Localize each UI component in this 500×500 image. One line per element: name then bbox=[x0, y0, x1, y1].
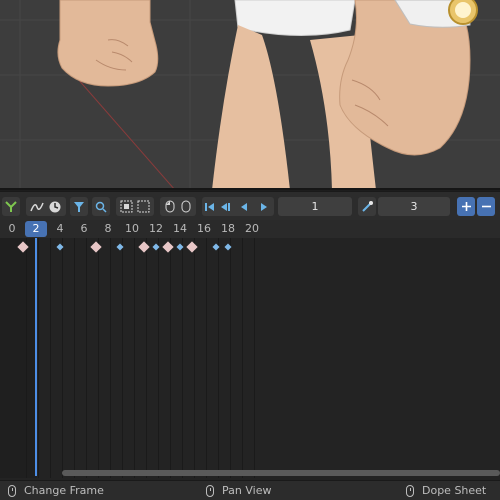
left-fist bbox=[57, 0, 159, 87]
prev-key-icon bbox=[221, 202, 230, 211]
play-reverse-icon bbox=[241, 202, 247, 211]
clock-icon bbox=[49, 201, 61, 212]
frame-tick-label: 18 bbox=[221, 222, 235, 235]
frame-all-icon bbox=[120, 200, 133, 213]
mouse-buttons[interactable] bbox=[160, 197, 196, 216]
grid-line bbox=[74, 238, 75, 478]
grid-line bbox=[194, 238, 195, 478]
frame-select-buttons[interactable] bbox=[116, 197, 154, 216]
status-bar: Change Frame Pan View Dope Sheet bbox=[0, 480, 500, 500]
current-frame-field[interactable]: 1 bbox=[278, 197, 352, 216]
grid-line bbox=[134, 238, 135, 478]
horizontal-scrollbar[interactable] bbox=[62, 470, 500, 476]
keyframe-big[interactable] bbox=[90, 241, 102, 253]
editor-separator[interactable] bbox=[0, 188, 500, 190]
keyframe-big[interactable] bbox=[186, 241, 198, 253]
keyframe-step-field[interactable]: 3 bbox=[378, 197, 450, 216]
dope-sheet-timeline[interactable]: 0 4 6 8 10 12 14 16 18 20 2 bbox=[0, 220, 500, 480]
status-dope-sheet-label: Dope Sheet bbox=[422, 484, 487, 497]
box-select-icon bbox=[137, 200, 150, 213]
frame-tick-label: 10 bbox=[125, 222, 139, 235]
status-change-frame-label: Change Frame bbox=[24, 484, 104, 497]
grid-line bbox=[50, 238, 51, 478]
blender-window: 1 3 0 4 6 8 10 12 14 16 18 20 2 Change Frame Pan … bbox=[0, 0, 500, 500]
status-pan-view-label: Pan View bbox=[222, 484, 272, 497]
play-icon bbox=[261, 202, 267, 211]
grid-line bbox=[110, 238, 111, 478]
mouse-right-icon bbox=[181, 200, 191, 213]
grid-line bbox=[38, 238, 39, 478]
search-icon[interactable] bbox=[92, 197, 110, 216]
frame-tick-label: 16 bbox=[197, 222, 211, 235]
grid-line bbox=[98, 238, 99, 478]
grid-line bbox=[170, 238, 171, 478]
zoom-in-icon[interactable] bbox=[457, 197, 475, 216]
view-toggles[interactable] bbox=[26, 197, 66, 216]
frame-tick-label: 20 bbox=[245, 222, 259, 235]
status-pan-view: Pan View bbox=[206, 484, 271, 497]
grid-line bbox=[146, 238, 147, 478]
grid-line bbox=[254, 238, 255, 478]
editor-type-icon[interactable] bbox=[2, 197, 20, 216]
frame-tick-label: 8 bbox=[104, 222, 112, 235]
frame-tick-label: 6 bbox=[80, 222, 88, 235]
grid-line bbox=[182, 238, 183, 478]
timeline-header: 1 3 bbox=[0, 191, 500, 220]
mouse-middle-icon bbox=[206, 484, 214, 497]
mouse-left-icon bbox=[165, 200, 175, 213]
curve-icon bbox=[30, 202, 44, 211]
grid-line bbox=[158, 238, 159, 478]
playback-controls[interactable] bbox=[202, 197, 274, 216]
frame-ruler[interactable]: 0 4 6 8 10 12 14 16 18 20 bbox=[0, 220, 500, 238]
frame-tick-label: 12 bbox=[149, 222, 163, 235]
white-shorts bbox=[234, 0, 356, 37]
grid-line bbox=[218, 238, 219, 478]
grid-line bbox=[26, 238, 27, 478]
grid-line bbox=[242, 238, 243, 478]
jump-start-icon bbox=[205, 202, 214, 211]
mouse-left-icon bbox=[8, 484, 16, 497]
grid-line bbox=[62, 238, 63, 478]
status-dope-sheet: Dope Sheet bbox=[406, 484, 486, 497]
keyframe-big[interactable] bbox=[162, 241, 174, 253]
keyframe-brush-icon[interactable] bbox=[358, 197, 376, 216]
playhead[interactable] bbox=[35, 238, 37, 476]
mouse-right-icon bbox=[406, 484, 414, 497]
status-change-frame: Change Frame bbox=[8, 484, 104, 497]
grid-line bbox=[86, 238, 87, 478]
viewport-scene bbox=[0, 0, 500, 190]
keyframe-big[interactable] bbox=[138, 241, 150, 253]
current-frame-indicator[interactable]: 2 bbox=[25, 221, 47, 237]
zoom-out-icon[interactable] bbox=[477, 197, 495, 216]
grid-line bbox=[206, 238, 207, 478]
3d-viewport[interactable] bbox=[0, 0, 500, 190]
frame-tick-label: 0 bbox=[8, 222, 16, 235]
grid-line bbox=[122, 238, 123, 478]
frame-tick-label: 14 bbox=[173, 222, 187, 235]
channel-region bbox=[0, 238, 37, 478]
filter-icon[interactable] bbox=[70, 197, 88, 216]
frame-tick-label: 4 bbox=[56, 222, 64, 235]
grid-line bbox=[230, 238, 231, 478]
